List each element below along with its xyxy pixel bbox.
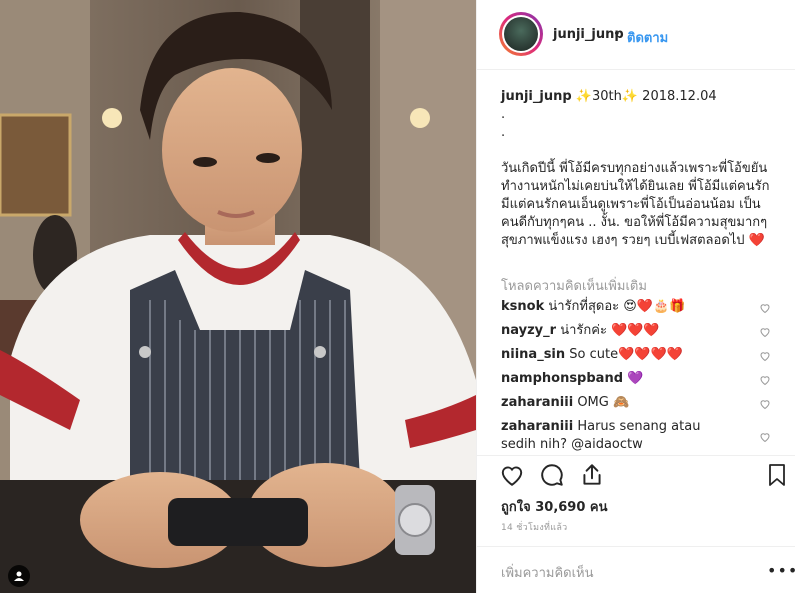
post-caption: junji_junp ✨30th✨ 2018.12.04 . . วันเกิด… <box>501 88 771 250</box>
post-timestamp[interactable]: 14 ชั่วโมงที่แล้ว <box>501 520 568 534</box>
share-icon[interactable] <box>579 462 605 488</box>
comment-like-icon[interactable] <box>759 374 771 386</box>
bookmark-icon[interactable] <box>765 462 789 488</box>
comment-username[interactable]: nayzy_r <box>501 323 556 338</box>
more-options-icon[interactable]: ••• <box>767 561 795 580</box>
avatar[interactable] <box>499 12 543 56</box>
comment-text: 💜 <box>627 371 644 386</box>
comment-username[interactable]: ksnok <box>501 299 544 314</box>
comment-like-icon[interactable] <box>759 431 771 443</box>
comment-item: ksnok น่ารักที่สุดอะ 😍❤️🎂🎁 <box>501 298 751 316</box>
comment-like-icon[interactable] <box>759 350 771 362</box>
comment-like-icon[interactable] <box>759 326 771 338</box>
comment-item: nayzy_r น่ารักค่ะ ❤️❤️❤️ <box>501 322 751 340</box>
comment-bubble-icon[interactable] <box>539 462 565 488</box>
comment-text: น่ารักค่ะ ❤️❤️❤️ <box>560 323 660 338</box>
add-comment-input[interactable]: เพิ่มความคิดเห็น <box>501 562 594 583</box>
likes-count[interactable]: ถูกใจ 30,690 คน <box>501 496 608 517</box>
post-actions-bar <box>477 455 795 486</box>
caption-line1: ✨30th✨ 2018.12.04 <box>575 89 717 104</box>
comment-item: niina_sin So cute❤️❤️❤️❤️ <box>501 346 751 364</box>
caption-body: วันเกิดปีนี้ พี่โอ้มีครบทุกอย่างแล้วเพรา… <box>501 161 770 248</box>
comment-text: น่ารักที่สุดอะ 😍❤️🎂🎁 <box>548 299 686 314</box>
comment-username[interactable]: zaharaniii <box>501 419 573 434</box>
comment-text: So cute❤️❤️❤️❤️ <box>569 347 683 362</box>
caption-username[interactable]: junji_junp <box>501 89 572 104</box>
post-photo[interactable] <box>0 0 476 593</box>
photo-illustration <box>0 0 476 593</box>
user-tag-icon[interactable] <box>8 565 30 587</box>
comment-item: zaharaniii Harus senang atau sedih nih? … <box>501 418 731 454</box>
heart-outline-icon[interactable] <box>499 462 525 488</box>
follow-button[interactable]: ติดตาม <box>627 27 668 48</box>
header-separator: • <box>613 27 621 42</box>
comment-like-icon[interactable] <box>759 398 771 410</box>
load-more-comments-link[interactable]: โหลดความคิดเห็นเพิ่มเติม <box>501 275 647 296</box>
comment-username[interactable]: niina_sin <box>501 347 565 362</box>
comment-username[interactable]: zaharaniii <box>501 395 573 410</box>
comment-item: zaharaniii OMG 🙈 <box>501 394 751 412</box>
comment-username[interactable]: namphonspband <box>501 371 623 386</box>
comment-text: OMG 🙈 <box>577 395 630 410</box>
comment-like-icon[interactable] <box>759 302 771 314</box>
post-details-panel: junji_junp • ติดตาม junji_junp ✨30th✨ 20… <box>476 0 795 593</box>
caption-dot: . <box>501 125 506 140</box>
comment-item: namphonspband 💜 <box>501 370 751 388</box>
post-header: junji_junp • ติดตาม <box>477 0 795 70</box>
caption-dot: . <box>501 107 506 122</box>
add-comment-bar: เพิ่มความคิดเห็น ••• <box>477 546 795 594</box>
